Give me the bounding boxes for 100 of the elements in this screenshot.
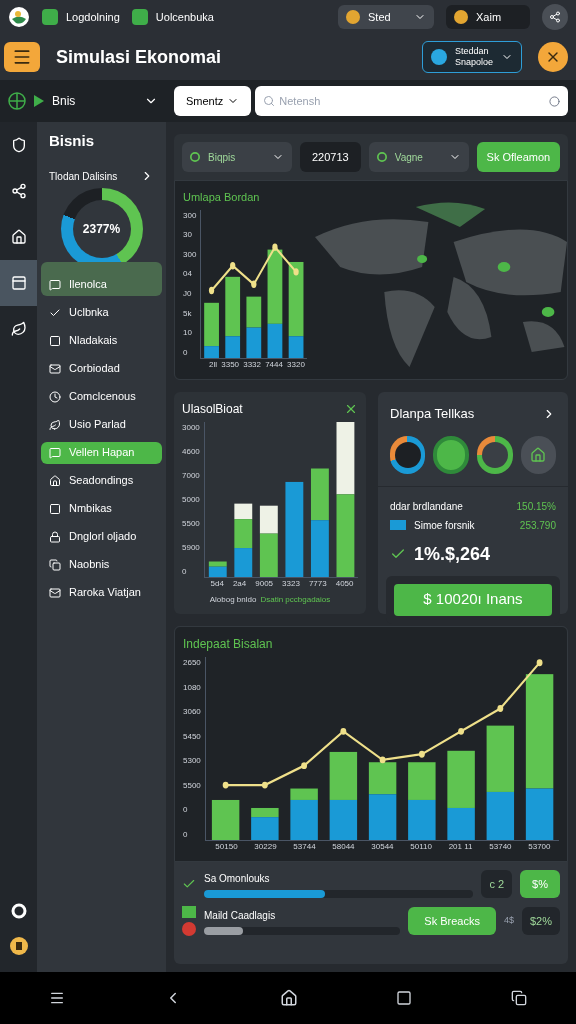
top-tab[interactable]: Logdolning	[42, 8, 120, 26]
axis-label: 3060	[183, 706, 201, 719]
axis-label: 0	[182, 566, 188, 578]
data-point	[379, 756, 386, 764]
axis-label: 7000	[182, 470, 200, 482]
ring-icon[interactable]	[9, 902, 28, 920]
axis-label: 7444	[265, 359, 283, 371]
close-icon[interactable]	[344, 402, 358, 416]
data-point	[209, 286, 215, 294]
filter-dropdown[interactable]: Smentz	[174, 86, 252, 116]
data-point	[300, 762, 307, 770]
top-tab[interactable]: Uolcenbuka	[131, 8, 214, 26]
axis-label: 5k	[183, 307, 193, 320]
axis-label: 0	[183, 347, 189, 359]
sidebar-item[interactable]: Dnglorl oljado	[41, 525, 162, 548]
sidebar-item[interactable]: Ilenolca	[41, 261, 162, 296]
axis-label: 0	[183, 804, 189, 817]
search-field[interactable]: Netensh	[255, 86, 568, 116]
region-dropdown[interactable]: Biqpis	[182, 142, 292, 172]
account-chip[interactable]: Xaim	[446, 5, 530, 29]
data-point	[222, 781, 229, 789]
data-point	[418, 750, 425, 758]
data-point	[457, 727, 464, 735]
globe-icon[interactable]	[8, 92, 26, 110]
date-field[interactable]: 220713	[300, 142, 361, 172]
sidebar-item[interactable]: Nladakais	[41, 329, 162, 352]
mail-icon	[49, 362, 61, 375]
axis-label: 50150	[215, 841, 238, 853]
mail-icon	[49, 586, 61, 599]
share-button[interactable]	[542, 4, 568, 30]
data-point	[251, 280, 257, 288]
tab-icon	[42, 9, 58, 25]
progress-label: Maild Caadlagis	[204, 908, 277, 923]
square-icon	[49, 502, 61, 515]
app-title: Simulasi Ekonomai	[56, 45, 222, 69]
axis-label: 5450	[183, 730, 201, 743]
home-icon[interactable]	[279, 989, 298, 1007]
gauge-icon	[390, 435, 426, 474]
legend-label: Alobog bnldo	[209, 594, 257, 606]
sidebar-item[interactable]: Comclcenous	[41, 385, 162, 408]
data-point	[340, 727, 347, 735]
sidebar-title: Bisnis	[48, 131, 95, 151]
axis-label: 300	[183, 209, 197, 222]
data-point	[293, 267, 300, 276]
profile-icon	[431, 49, 447, 65]
total-value: 1%.$,264	[414, 542, 491, 566]
house-icon	[10, 229, 27, 245]
shield-icon	[10, 137, 27, 153]
axis-label: 3323	[282, 578, 300, 590]
circle-icon[interactable]	[549, 96, 560, 107]
play-icon[interactable]	[34, 95, 44, 107]
stat-label: Simoe forsnik	[414, 518, 475, 533]
chart-title: Umlapa Bordan	[183, 190, 261, 205]
axis-label: 5300	[183, 755, 201, 768]
axis-label: 7773	[308, 578, 327, 590]
menu-icon	[12, 47, 32, 67]
windows-icon[interactable]	[510, 990, 527, 1006]
currency-dropdown[interactable]: Sted	[338, 5, 434, 29]
sidebar-item[interactable]: Seadondings	[41, 469, 162, 492]
share-icon	[10, 183, 27, 199]
chart-title: Indepaat Bisalan	[183, 636, 274, 653]
scenario-dropdown[interactable]: Vagne	[368, 142, 469, 172]
axis-label: 30	[183, 229, 193, 242]
axis-label: 4600	[182, 446, 200, 458]
check-icon	[182, 877, 196, 891]
close-button[interactable]	[538, 42, 568, 72]
note-text: 4$	[503, 914, 514, 928]
menu-button[interactable]	[4, 42, 40, 72]
panel-icon	[10, 275, 27, 291]
mode-dropdown[interactable]: Bnis	[52, 92, 158, 110]
square-icon	[49, 334, 61, 347]
sidebar-item[interactable]: Usio Parlad	[41, 413, 162, 436]
sidebar-item[interactable]: Naobnis	[41, 553, 162, 576]
axis-label: 5d4	[210, 578, 224, 590]
badge-icon	[454, 10, 468, 24]
house-icon	[49, 474, 61, 487]
axis-label: 1080	[183, 681, 201, 694]
status-icon	[190, 152, 200, 162]
bar	[290, 788, 318, 840]
axis-label: 9005	[255, 578, 274, 590]
axis-label: J0	[183, 288, 193, 301]
value-badge: $2%	[521, 907, 560, 935]
recents-icon[interactable]	[49, 990, 66, 1006]
profile-dropdown[interactable]: Steddan Snapoloe	[422, 41, 522, 73]
logo-icon	[8, 6, 30, 28]
overview-icon[interactable]	[396, 990, 413, 1006]
axis-label: 5500	[182, 518, 200, 530]
coin-icon[interactable]	[8, 936, 29, 956]
tab-icon	[131, 9, 148, 25]
sidebar-item[interactable]: Uclbnka	[41, 301, 162, 324]
sidebar-item[interactable]: Raroka Viatjan	[41, 581, 162, 604]
sidebar-item[interactable]: Corbiodad	[41, 357, 162, 380]
axis-label: 3350	[221, 359, 240, 371]
bar	[259, 505, 278, 577]
search-icon	[263, 95, 276, 107]
sidebar-item[interactable]: Nmbikas	[41, 497, 162, 520]
stat-label: ddar brdlandane	[390, 499, 463, 514]
leaf-icon	[49, 418, 61, 431]
chat-icon	[49, 278, 61, 291]
bar	[250, 808, 279, 840]
